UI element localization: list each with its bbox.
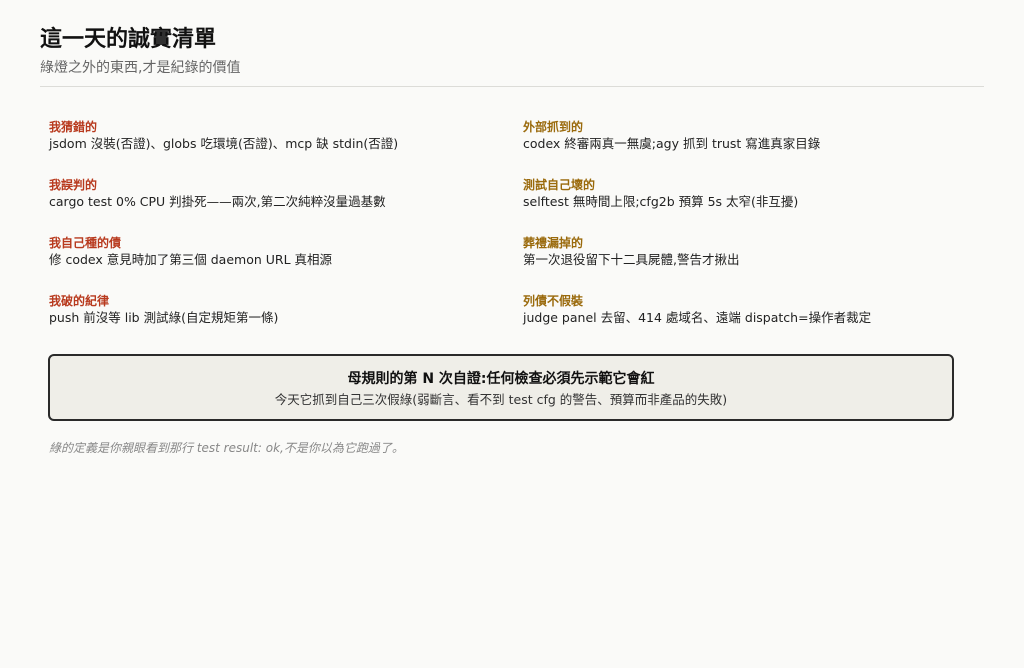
page-subtitle: 綠燈之外的東西,才是紀錄的價值 bbox=[40, 60, 241, 76]
header-divider bbox=[40, 86, 984, 87]
list-item: 列債不假裝 judge panel 去留、414 處域名、遠端 dispatch… bbox=[523, 293, 989, 351]
list-item: 我自己種的債 修 codex 意見時加了第三個 daemon URL 真相源 bbox=[49, 235, 523, 293]
item-label: 我自己種的債 bbox=[49, 236, 122, 250]
item-text: cargo test 0% CPU 判掛死——兩次,第二次純粹沒量過基數 bbox=[49, 194, 386, 209]
rule-callout: 母規則的第 N 次自證:任何檢查必須先示範它會紅 今天它抓到自己三次假綠(弱斷言… bbox=[48, 354, 954, 421]
item-text: selftest 無時間上限;cfg2b 預算 5s 太窄(非互擾) bbox=[523, 194, 799, 209]
item-text: 修 codex 意見時加了第三個 daemon URL 真相源 bbox=[49, 252, 333, 267]
item-text: codex 終審兩真一無虞;agy 抓到 trust 寫進真家目錄 bbox=[523, 136, 821, 151]
item-label: 外部抓到的 bbox=[523, 120, 584, 134]
item-text: 第一次退役留下十二具屍體,警告才揪出 bbox=[523, 252, 740, 267]
list-item: 外部抓到的 codex 終審兩真一無虞;agy 抓到 trust 寫進真家目錄 bbox=[523, 119, 989, 177]
page-title: 這一天的誠實清單 bbox=[40, 27, 217, 52]
item-text: jsdom 沒裝(否證)、globs 吃環境(否證)、mcp 缺 stdin(否… bbox=[49, 136, 399, 151]
item-label: 我誤判的 bbox=[49, 178, 98, 192]
list-item: 測試自己壞的 selftest 無時間上限;cfg2b 預算 5s 太窄(非互擾… bbox=[523, 177, 989, 235]
item-label: 列債不假裝 bbox=[523, 294, 584, 308]
callout-text: 今天它抓到自己三次假綠(弱斷言、看不到 test cfg 的警告、預算而非產品的… bbox=[274, 392, 728, 407]
item-text: push 前沒等 lib 測試綠(自定規矩第一條) bbox=[49, 310, 279, 325]
callout-title: 母規則的第 N 次自證:任何檢查必須先示範它會紅 bbox=[347, 371, 655, 387]
item-label: 我破的紀律 bbox=[49, 294, 110, 308]
list-item: 我破的紀律 push 前沒等 lib 測試綠(自定規矩第一條) bbox=[49, 293, 523, 351]
list-item: 我猜錯的 jsdom 沒裝(否證)、globs 吃環境(否證)、mcp 缺 st… bbox=[49, 119, 523, 177]
honesty-list: 我猜錯的 jsdom 沒裝(否證)、globs 吃環境(否證)、mcp 缺 st… bbox=[40, 119, 984, 351]
page: 這一天的誠實清單 綠燈之外的東西,才是紀錄的價值 我猜錯的 jsdom 沒裝(否… bbox=[0, 0, 1024, 668]
item-label: 我猜錯的 bbox=[49, 120, 98, 134]
item-label: 測試自己壞的 bbox=[523, 178, 596, 192]
list-item: 我誤判的 cargo test 0% CPU 判掛死——兩次,第二次純粹沒量過基… bbox=[49, 177, 523, 235]
item-label: 葬禮漏掉的 bbox=[523, 236, 584, 250]
footer-note: 綠的定義是你親眼看到那行 test result: ok,不是你以為它跑過了。 bbox=[49, 441, 404, 455]
item-text: judge panel 去留、414 處域名、遠端 dispatch=操作者裁定 bbox=[523, 310, 872, 325]
list-item: 葬禮漏掉的 第一次退役留下十二具屍體,警告才揪出 bbox=[523, 235, 989, 293]
